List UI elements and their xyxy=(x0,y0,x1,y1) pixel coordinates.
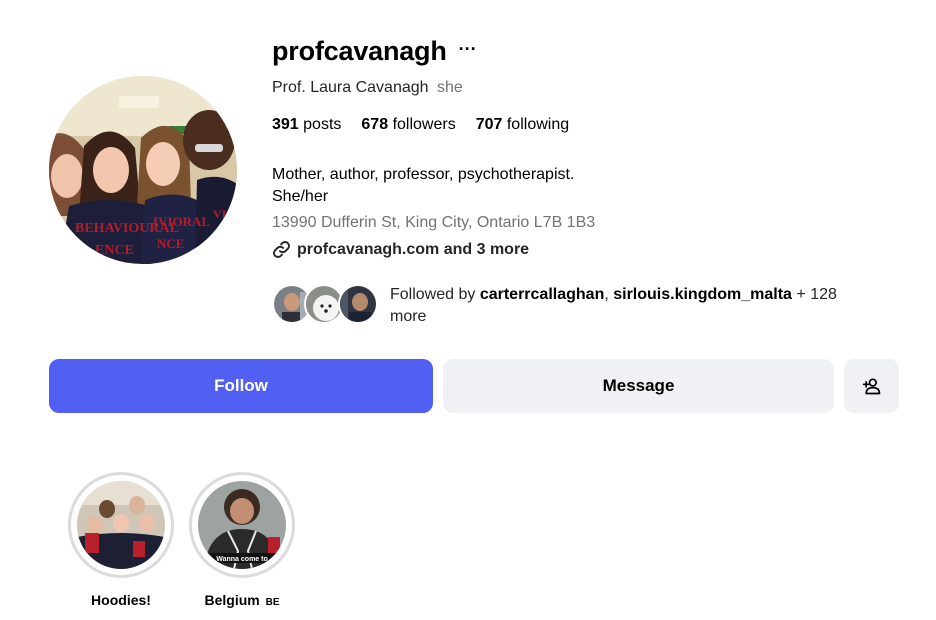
mutual-user-link[interactable]: carterrcallaghan xyxy=(480,286,605,303)
username: profcavanagh xyxy=(272,36,447,66)
posts-stat: 391 posts xyxy=(272,116,341,134)
highlight-label-text: Belgium xyxy=(204,592,260,608)
full-name: Prof. Laura Cavanagh xyxy=(272,79,429,96)
followed-separator: , xyxy=(604,286,614,303)
story-highlight[interactable]: Wanna come to Belgium BE xyxy=(189,472,295,608)
highlight-label: Belgium BE xyxy=(189,592,295,608)
story-highlight[interactable]: Hoodies! xyxy=(68,472,174,608)
followers-count: 678 xyxy=(361,116,389,133)
flag-badge: BE xyxy=(265,597,280,608)
profile-photo: BEHAVIOURAL ENCE IVIORAL NCE VIO xyxy=(49,76,237,264)
mutual-user-link[interactable]: sirlouis.kingdom_malta xyxy=(613,286,792,303)
bio: Mother, author, professor, psychotherapi… xyxy=(272,164,574,208)
followers-label: followers xyxy=(392,116,456,133)
mutual-avatars xyxy=(272,284,380,324)
follow-button[interactable]: Follow xyxy=(49,359,433,413)
followers-stat[interactable]: 678 followers xyxy=(361,116,455,134)
posts-label: posts xyxy=(303,116,342,133)
following-count: 707 xyxy=(475,116,503,133)
mutual-avatar xyxy=(338,284,378,324)
highlight-ring xyxy=(68,472,174,578)
username-row: profcavanagh ··· xyxy=(272,36,477,67)
following-label: following xyxy=(506,116,570,133)
external-link[interactable]: profcavanagh.com and 3 more xyxy=(272,240,529,259)
posts-count: 391 xyxy=(272,116,299,133)
following-stat[interactable]: 707 following xyxy=(476,116,569,134)
more-options-icon[interactable]: ··· xyxy=(459,40,477,64)
profile-avatar[interactable]: BEHAVIOURAL ENCE IVIORAL NCE VIO xyxy=(49,76,237,264)
address: 13990 Dufferin St, King City, Ontario L7… xyxy=(272,214,596,231)
bio-line: She/her xyxy=(272,188,329,205)
highlight-label: Hoodies! xyxy=(91,592,151,608)
profile-stats: 391 posts 678 followers 707 following xyxy=(272,116,569,134)
pronoun: she xyxy=(437,79,463,96)
followed-by-text: Followed by carterrcallaghan, sirlouis.k… xyxy=(390,284,870,328)
highlight-cover: Wanna come to xyxy=(198,481,286,569)
highlight-ring: Wanna come to xyxy=(189,472,295,578)
svg-text:NCE: NCE xyxy=(157,236,184,251)
followed-prefix: Followed by xyxy=(390,286,480,303)
suggested-users-button[interactable] xyxy=(844,359,899,413)
svg-text:IVIORAL: IVIORAL xyxy=(153,214,210,229)
highlight-cover xyxy=(77,481,165,569)
svg-text:VIO: VIO xyxy=(213,207,236,221)
link-text: profcavanagh.com and 3 more xyxy=(297,240,530,258)
bio-line: Mother, author, professor, psychotherapi… xyxy=(272,166,575,183)
message-button[interactable]: Message xyxy=(443,359,834,413)
followed-by[interactable]: Followed by carterrcallaghan, sirlouis.k… xyxy=(272,284,870,328)
highlight-overlay-text: Wanna come to xyxy=(216,556,267,563)
link-icon xyxy=(273,241,290,258)
add-user-icon xyxy=(862,378,880,395)
full-name-row: Prof. Laura Cavanagh she xyxy=(272,79,463,97)
svg-text:ENCE: ENCE xyxy=(95,243,134,258)
